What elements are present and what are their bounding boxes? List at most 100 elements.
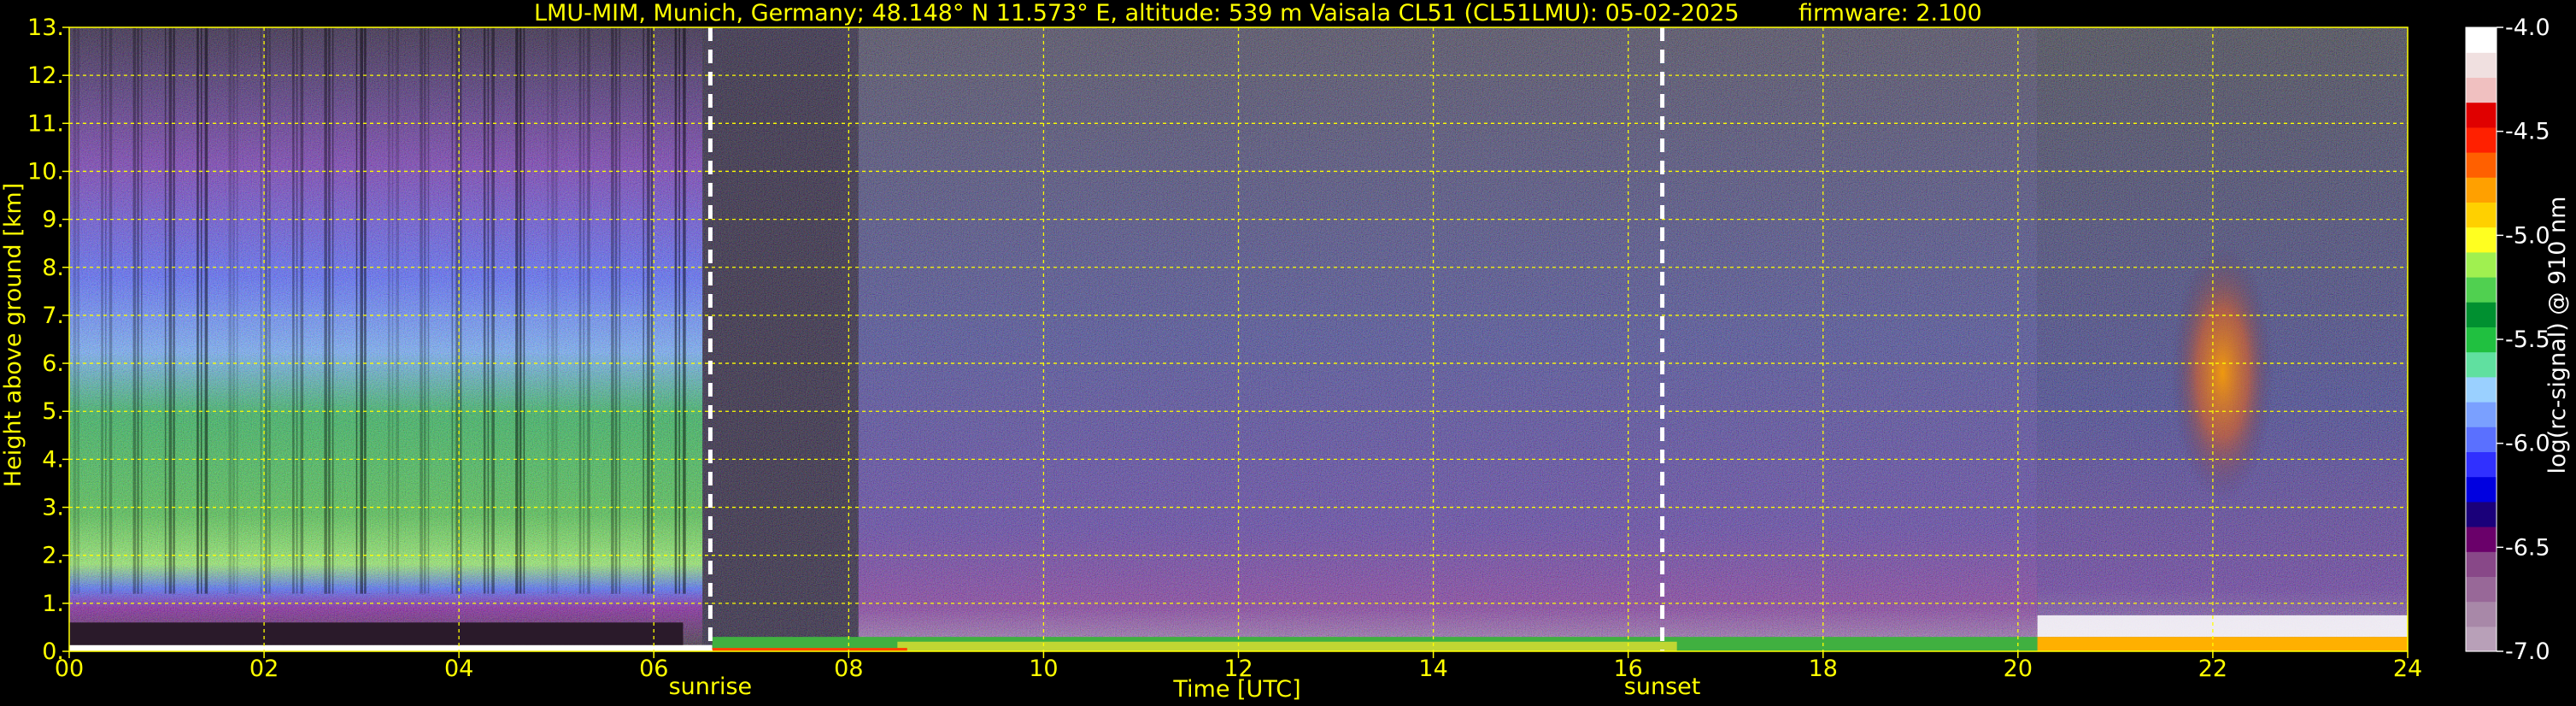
surface-layer-night	[69, 644, 713, 651]
signal-stripe	[551, 27, 555, 594]
signal-stripe	[77, 27, 79, 594]
signal-stripe	[643, 27, 644, 594]
signal-stripe	[292, 27, 295, 594]
signal-stripe	[168, 27, 173, 594]
colorbar-segment	[2466, 27, 2497, 53]
colorbar-tick-label: -4.5	[2505, 119, 2550, 145]
signal-stripe	[328, 27, 331, 594]
signal-stripe	[424, 27, 426, 594]
signal-stripe	[300, 27, 304, 594]
signal-stripe	[650, 27, 654, 594]
colorbar-ticks: -4.0 -4.5 -5.0 -5.5 -6.0 -6.5 -7.0	[2497, 15, 2550, 665]
y-tick-label: 0.	[42, 638, 64, 665]
signal-stripe	[388, 27, 390, 594]
signal-stripe	[523, 27, 525, 594]
surface-layer-evening	[2037, 637, 2408, 651]
colorbar-segment	[2466, 376, 2497, 403]
colorbar-segment	[2466, 102, 2497, 128]
colorbar-segment	[2466, 451, 2497, 478]
y-tick-label: 6.	[42, 350, 64, 377]
x-tick-label: 20	[2004, 656, 2033, 682]
surface-layer-day-core	[897, 641, 1677, 651]
signal-stripe	[519, 27, 522, 594]
y-axis-label: Height above ground [km]	[0, 183, 26, 487]
signal-stripe	[451, 27, 454, 594]
colorbar-segment	[2466, 402, 2497, 427]
colorbar-segment	[2466, 527, 2497, 552]
y-tick-label: 1.	[42, 591, 64, 617]
x-axis-label: Time [UTC]	[1172, 676, 1300, 703]
x-tick-label: 24	[2393, 656, 2422, 682]
signal-stripe	[109, 27, 113, 594]
colorbar-segment	[2466, 302, 2497, 327]
colorbar-segment	[2466, 277, 2497, 303]
signal-stripe	[200, 27, 202, 594]
signal-stripe	[232, 27, 235, 594]
signal-stripe	[583, 27, 585, 594]
y-tick-label: 3.	[42, 495, 64, 521]
chart-title-instrument: Vaisala CL51 (CL51LMU): 05-02-2025	[1310, 0, 1740, 26]
signal-stripe	[587, 27, 590, 594]
signal-stripe	[491, 27, 495, 594]
colorbar-tick-label: -5.5	[2505, 327, 2550, 353]
signal-stripe	[420, 27, 423, 594]
colorbar-segment	[2466, 126, 2497, 153]
signal-stripe	[360, 27, 363, 594]
colorbar-segment	[2466, 52, 2497, 78]
signal-stripe	[141, 27, 143, 594]
signal-stripe	[324, 27, 327, 594]
signal-stripe	[547, 27, 549, 594]
marker-label-sunrise: sunrise	[669, 674, 753, 700]
x-tick-label: 14	[1418, 656, 1447, 682]
colorbar-segment	[2466, 177, 2497, 203]
night-residual-layer	[69, 622, 684, 645]
signal-stripe	[355, 27, 358, 594]
signal-stripe	[137, 27, 139, 594]
y-tick-label: 13.	[27, 15, 64, 41]
signal-stripe	[228, 27, 232, 594]
signal-stripe	[204, 27, 208, 594]
signal-stripe	[683, 27, 686, 594]
x-tick-label: 18	[1809, 656, 1838, 682]
colorbar-segment	[2466, 227, 2497, 253]
x-tick-label: 10	[1029, 656, 1058, 682]
colorbar-label: log(rc-signal) @ 910 nm	[2544, 197, 2571, 474]
signal-stripe	[647, 27, 650, 594]
signal-stripe	[396, 27, 399, 594]
signal-stripe	[674, 27, 678, 594]
y-tick-label: 12.	[27, 62, 64, 89]
signal-stripe	[578, 27, 582, 594]
signal-stripe	[455, 27, 459, 594]
signal-stripe	[332, 27, 334, 594]
y-tick-label: 5.	[42, 398, 64, 425]
colorbar-segment	[2466, 152, 2497, 178]
colorbar-segment	[2466, 77, 2497, 103]
signal-stripe	[173, 27, 175, 594]
x-tick-label: 04	[444, 656, 473, 682]
signal-stripe	[73, 27, 77, 594]
y-tick-label: 2.	[42, 543, 64, 569]
x-tick-label: 16	[1613, 656, 1642, 682]
colorbar-segment	[2466, 476, 2497, 503]
y-tick-label: 7.	[42, 303, 64, 329]
signal-stripe	[483, 27, 486, 594]
colorbar-tick-label: -7.0	[2505, 638, 2550, 665]
signal-stripe	[515, 27, 519, 594]
y-tick-label: 8.	[42, 255, 64, 281]
y-tick-label: 9.	[42, 207, 64, 233]
signal-stripe	[197, 27, 199, 594]
colorbar-segment	[2466, 202, 2497, 228]
signal-stripe	[427, 27, 430, 594]
signal-stripe	[460, 27, 462, 594]
colorbar	[2465, 26, 2497, 652]
chart-title-location: LMU-MIM, Munich, Germany; 48.148° N 11.5…	[534, 0, 1302, 26]
signal-stripe	[260, 27, 262, 594]
y-tick-label: 11.	[27, 110, 64, 137]
colorbar-tick-label: -6.0	[2505, 431, 2550, 457]
speckle-texture	[858, 27, 2408, 580]
colorbar-segment	[2466, 251, 2497, 278]
colorbar-segment	[2466, 576, 2497, 603]
signal-stripe	[264, 27, 268, 594]
chart-title-firmware: firmware: 2.100	[1799, 0, 1982, 26]
colorbar-tick-label: -4.0	[2505, 15, 2550, 41]
